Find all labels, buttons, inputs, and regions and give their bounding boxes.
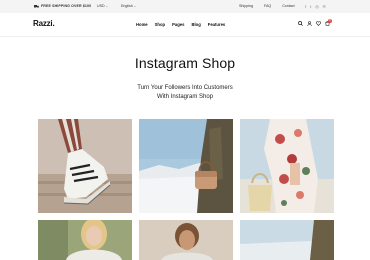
nav-item-shop[interactable]: Shop xyxy=(155,22,165,27)
user-icon[interactable] xyxy=(307,21,312,26)
instagram-post-beach-bag[interactable] xyxy=(139,119,233,213)
nav-item-label: Home xyxy=(136,22,148,27)
nav-item-label: Blog xyxy=(191,22,201,27)
truck-icon xyxy=(34,4,39,8)
instagram-grid xyxy=(38,119,334,213)
chevron-down-icon: ⌄ xyxy=(133,4,137,8)
faq-link[interactable]: FAQ xyxy=(264,4,271,8)
shipping-link[interactable]: Shipping xyxy=(239,4,253,8)
cart-count-badge: 0 xyxy=(328,19,332,23)
shipping-promo: FREE SHIPPING OVER $100 xyxy=(34,4,91,8)
page-subtitle: Turn Your Followers Into Customers With … xyxy=(0,84,370,102)
language-value: English xyxy=(121,4,133,8)
instagram-post-floral-dress[interactable] xyxy=(240,119,334,213)
main-header: Razzi. Home Shop Pages Blog Features 0 xyxy=(0,13,370,37)
shipping-promo-text: FREE SHIPPING OVER $100 xyxy=(41,4,92,8)
pinterest-icon[interactable]: ℗ xyxy=(323,4,326,9)
page-title: Instagram Shop xyxy=(134,55,236,71)
instagram-post-curly-model[interactable] xyxy=(139,220,233,260)
nav-item-label: Pages xyxy=(172,22,185,27)
instagram-icon[interactable]: ◎ xyxy=(315,4,319,9)
chevron-down-icon: ⌄ xyxy=(105,4,109,8)
contact-link[interactable]: Contact xyxy=(282,4,294,8)
nav-item-features[interactable]: Features xyxy=(208,22,225,27)
facebook-icon[interactable]: f xyxy=(305,4,306,9)
nav-item-label: Features xyxy=(207,22,226,27)
nav-item-home[interactable]: Home xyxy=(136,22,148,27)
language-select[interactable]: English ⌄ xyxy=(121,4,136,8)
currency-value: USD xyxy=(97,4,105,8)
instagram-post-sneakers[interactable] xyxy=(38,119,132,213)
nav-item-blog[interactable]: Blog xyxy=(191,22,200,27)
currency-select[interactable]: USD ⌄ xyxy=(97,4,108,8)
main-nav: Home Shop Pages Blog Features xyxy=(136,22,225,27)
search-icon[interactable] xyxy=(298,21,303,26)
site-logo[interactable]: Razzi. xyxy=(33,19,55,28)
top-bar: FREE SHIPPING OVER $100 USD ⌄ English ⌄ … xyxy=(0,0,370,13)
cart-button[interactable]: 0 xyxy=(325,19,332,26)
heart-icon[interactable] xyxy=(316,21,321,26)
nav-item-pages[interactable]: Pages xyxy=(172,22,184,27)
twitter-icon[interactable]: t xyxy=(310,4,311,9)
subtitle-line-2: With Instagram Shop xyxy=(156,94,214,100)
nav-item-label: Shop xyxy=(154,22,166,27)
subtitle-line-1: Turn Your Followers Into Customers xyxy=(137,85,233,91)
instagram-post-beach-walk[interactable] xyxy=(240,220,334,260)
instagram-post-blonde-model[interactable] xyxy=(38,220,132,260)
instagram-grid-row-2 xyxy=(38,220,334,260)
